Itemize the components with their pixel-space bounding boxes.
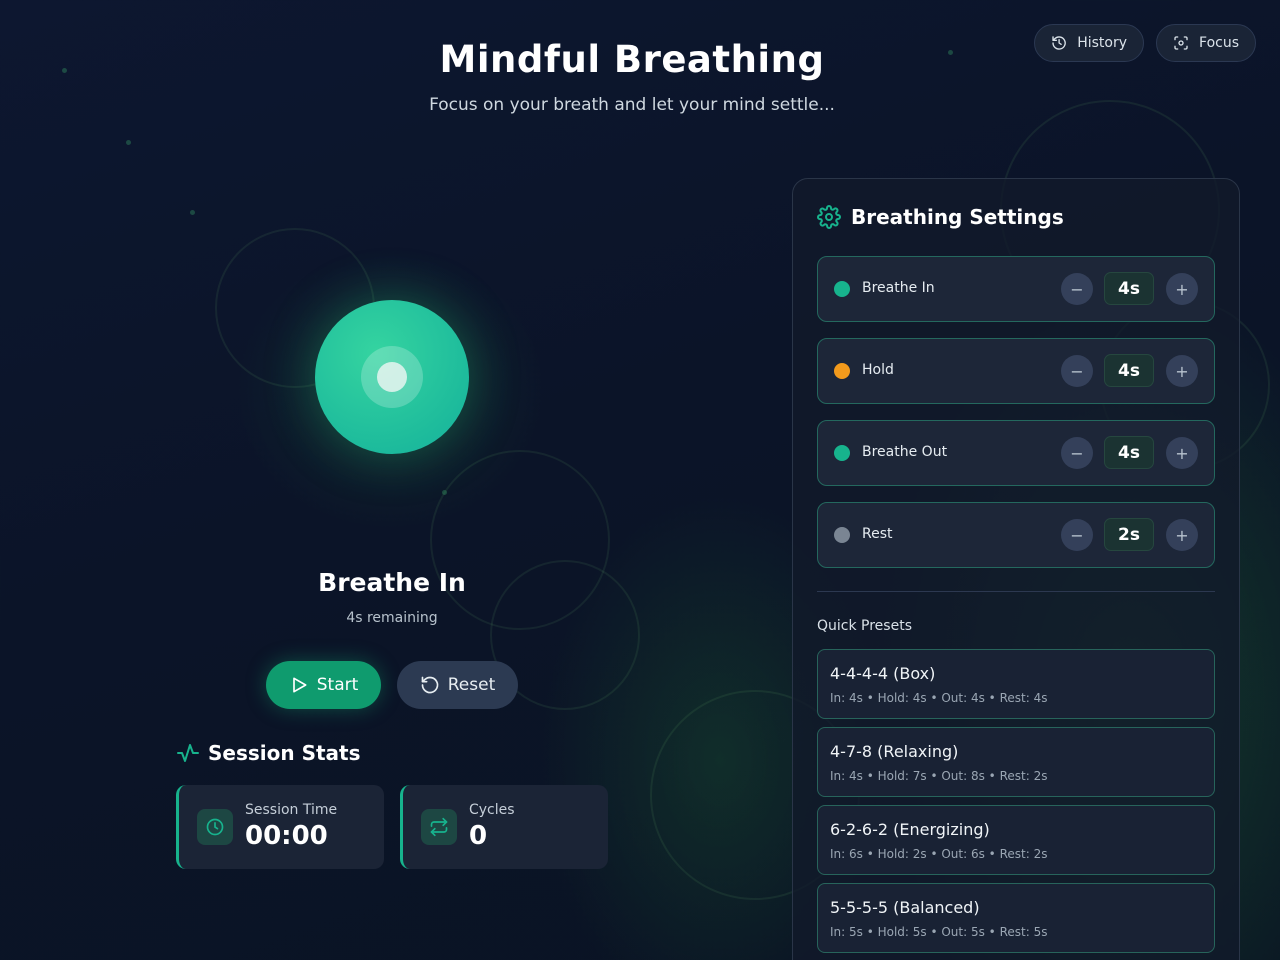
increase-button[interactable]: +: [1166, 437, 1198, 469]
setting-value: 4s: [1104, 436, 1154, 469]
play-icon: [292, 677, 307, 693]
breathing-settings-panel: Breathing Settings Breathe In − 4s + Hol…: [792, 178, 1240, 960]
preset-name: 5-5-5-5 (Balanced): [830, 898, 980, 917]
session-time-card: Session Time 00:00: [176, 785, 384, 869]
phase-color-dot: [834, 363, 850, 379]
time-remaining: 4s remaining: [346, 610, 438, 626]
increase-button[interactable]: +: [1166, 273, 1198, 305]
increase-button[interactable]: +: [1166, 519, 1198, 551]
activity-icon: [177, 744, 199, 762]
repeat-icon: [430, 817, 448, 837]
increase-button[interactable]: +: [1166, 355, 1198, 387]
settings-title: Breathing Settings: [851, 205, 1064, 229]
breath-phase: Breathe In: [318, 568, 466, 597]
reset-button[interactable]: Reset: [397, 661, 518, 709]
setting-breathe-out: Breathe Out − 4s +: [817, 420, 1215, 486]
preset-detail: In: 4s • Hold: 4s • Out: 4s • Rest: 4s: [830, 691, 1048, 705]
clock-icon: [206, 818, 224, 836]
cycles-value: 0: [469, 821, 488, 851]
cycles-label: Cycles: [469, 802, 515, 818]
focus-label: Focus: [1199, 35, 1239, 51]
preset-balanced[interactable]: 5-5-5-5 (Balanced) In: 5s • Hold: 5s • O…: [817, 883, 1215, 953]
page-subtitle: Focus on your breath and let your mind s…: [429, 95, 835, 115]
orb-core: [377, 362, 407, 392]
start-button[interactable]: Start: [266, 661, 381, 709]
setting-breathe-in: Breathe In − 4s +: [817, 256, 1215, 322]
preset-energizing[interactable]: 6-2-6-2 (Energizing) In: 6s • Hold: 2s •…: [817, 805, 1215, 875]
preset-detail: In: 4s • Hold: 7s • Out: 8s • Rest: 2s: [830, 769, 1048, 783]
cycles-card: Cycles 0: [400, 785, 608, 869]
reset-label: Reset: [447, 675, 496, 695]
setting-value: 4s: [1104, 272, 1154, 305]
session-stats-heading: Session Stats: [176, 741, 361, 765]
setting-label: Breathe In: [862, 280, 935, 296]
decrease-button[interactable]: −: [1061, 519, 1093, 551]
preset-detail: In: 6s • Hold: 2s • Out: 6s • Rest: 2s: [830, 847, 1048, 861]
history-label: History: [1077, 35, 1127, 51]
decrease-button[interactable]: −: [1061, 355, 1093, 387]
setting-label: Breathe Out: [862, 444, 948, 460]
preset-detail: In: 5s • Hold: 5s • Out: 5s • Rest: 5s: [830, 925, 1048, 939]
quick-presets-label: Quick Presets: [817, 618, 912, 634]
session-time-value: 00:00: [245, 821, 328, 851]
start-label: Start: [316, 675, 359, 695]
setting-label: Hold: [862, 362, 894, 378]
bokeh-dot: [126, 140, 131, 145]
phase-color-dot: [834, 527, 850, 543]
phase-color-dot: [834, 281, 850, 297]
session-stats-title: Session Stats: [208, 741, 361, 765]
bokeh-dot: [190, 210, 195, 215]
decrease-button[interactable]: −: [1061, 273, 1093, 305]
orb-inner: [361, 346, 423, 408]
history-button[interactable]: History: [1034, 24, 1144, 62]
setting-value: 2s: [1104, 518, 1154, 551]
repeat-icon-box: [421, 809, 457, 845]
history-icon: [1052, 36, 1066, 50]
setting-hold: Hold − 4s +: [817, 338, 1215, 404]
bokeh-dot: [442, 490, 447, 495]
phase-color-dot: [834, 445, 850, 461]
bokeh-ring: [430, 450, 610, 630]
divider: [817, 591, 1215, 592]
setting-value: 4s: [1104, 354, 1154, 387]
session-time-label: Session Time: [245, 802, 338, 818]
focus-button[interactable]: Focus: [1156, 24, 1256, 62]
gear-icon: [817, 205, 841, 229]
setting-label: Rest: [862, 526, 893, 542]
preset-box[interactable]: 4-4-4-4 (Box) In: 4s • Hold: 4s • Out: 4…: [817, 649, 1215, 719]
clock-icon-box: [197, 809, 233, 845]
setting-rest: Rest − 2s +: [817, 502, 1215, 568]
preset-name: 4-4-4-4 (Box): [830, 664, 936, 683]
settings-heading: Breathing Settings: [817, 205, 1064, 229]
focus-icon: [1174, 36, 1188, 50]
reset-icon: [421, 676, 439, 694]
preset-name: 4-7-8 (Relaxing): [830, 742, 959, 761]
preset-name: 6-2-6-2 (Energizing): [830, 820, 990, 839]
orb-outer: [315, 300, 469, 454]
decrease-button[interactable]: −: [1061, 437, 1093, 469]
preset-relaxing[interactable]: 4-7-8 (Relaxing) In: 4s • Hold: 7s • Out…: [817, 727, 1215, 797]
breathing-orb: [310, 296, 474, 460]
